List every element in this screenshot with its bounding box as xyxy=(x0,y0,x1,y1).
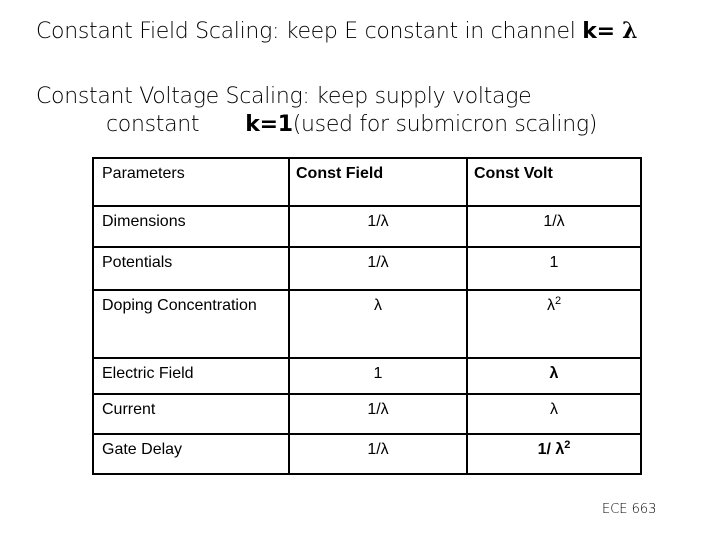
volt-cell: 1/ λ2 xyxy=(466,433,642,475)
param-cell: Gate Delay xyxy=(92,433,290,475)
field-cell: 1 xyxy=(288,357,468,395)
volt-value: 1/ λ xyxy=(537,441,565,458)
header-const-volt: Const Volt xyxy=(466,157,642,207)
volt-value: λ xyxy=(546,297,555,314)
param-cell: Current xyxy=(92,393,290,435)
volt-cell: λ xyxy=(466,357,642,395)
exponent: 2 xyxy=(564,439,571,451)
table-header-row: Parameters Const Field Const Volt xyxy=(92,157,642,207)
constant-text: constant xyxy=(106,112,200,137)
table-row: Gate Delay 1/λ 1/ λ2 xyxy=(92,433,642,475)
exponent: 2 xyxy=(554,295,562,307)
header-const-field: Const Field xyxy=(288,157,468,207)
param-cell: Dimensions xyxy=(92,205,290,248)
scaling-table: Parameters Const Field Const Volt Dimens… xyxy=(92,157,642,475)
constant-voltage-detail: constant k=1(used for submicron scaling) xyxy=(106,112,597,137)
param-cell: Doping Concentration xyxy=(92,289,290,359)
table-row: Doping Concentration λ λ2 xyxy=(92,289,642,359)
course-footer: ECE 663 xyxy=(602,502,657,517)
param-cell: Electric Field xyxy=(92,357,290,395)
field-cell: 1/λ xyxy=(288,246,468,291)
table-row: Potentials 1/λ 1 xyxy=(92,246,642,291)
submicron-note: (used for submicron scaling) xyxy=(292,112,598,137)
field-cell: 1/λ xyxy=(288,205,468,248)
volt-cell: 1/λ xyxy=(466,205,642,248)
volt-cell: λ xyxy=(466,393,642,435)
constant-voltage-heading: Constant Voltage Scaling: keep supply vo… xyxy=(36,84,532,109)
table-row: Electric Field 1 λ xyxy=(92,357,642,395)
k-label: k= xyxy=(582,19,623,44)
heading-text: Constant Field Scaling: keep E constant … xyxy=(36,19,583,44)
field-cell: λ xyxy=(288,289,468,359)
constant-field-heading: Constant Field Scaling: keep E constant … xyxy=(36,18,638,44)
table-row: Dimensions 1/λ 1/λ xyxy=(92,205,642,248)
table-row: Current 1/λ λ xyxy=(92,393,642,435)
volt-cell: λ2 xyxy=(466,289,642,359)
header-parameters: Parameters xyxy=(92,157,290,207)
k-equals-one: k=1 xyxy=(245,112,293,137)
field-cell: 1/λ xyxy=(288,433,468,475)
field-cell: 1/λ xyxy=(288,393,468,435)
volt-cell: 1 xyxy=(466,246,642,291)
lambda-symbol: λ xyxy=(622,18,638,44)
param-cell: Potentials xyxy=(92,246,290,291)
